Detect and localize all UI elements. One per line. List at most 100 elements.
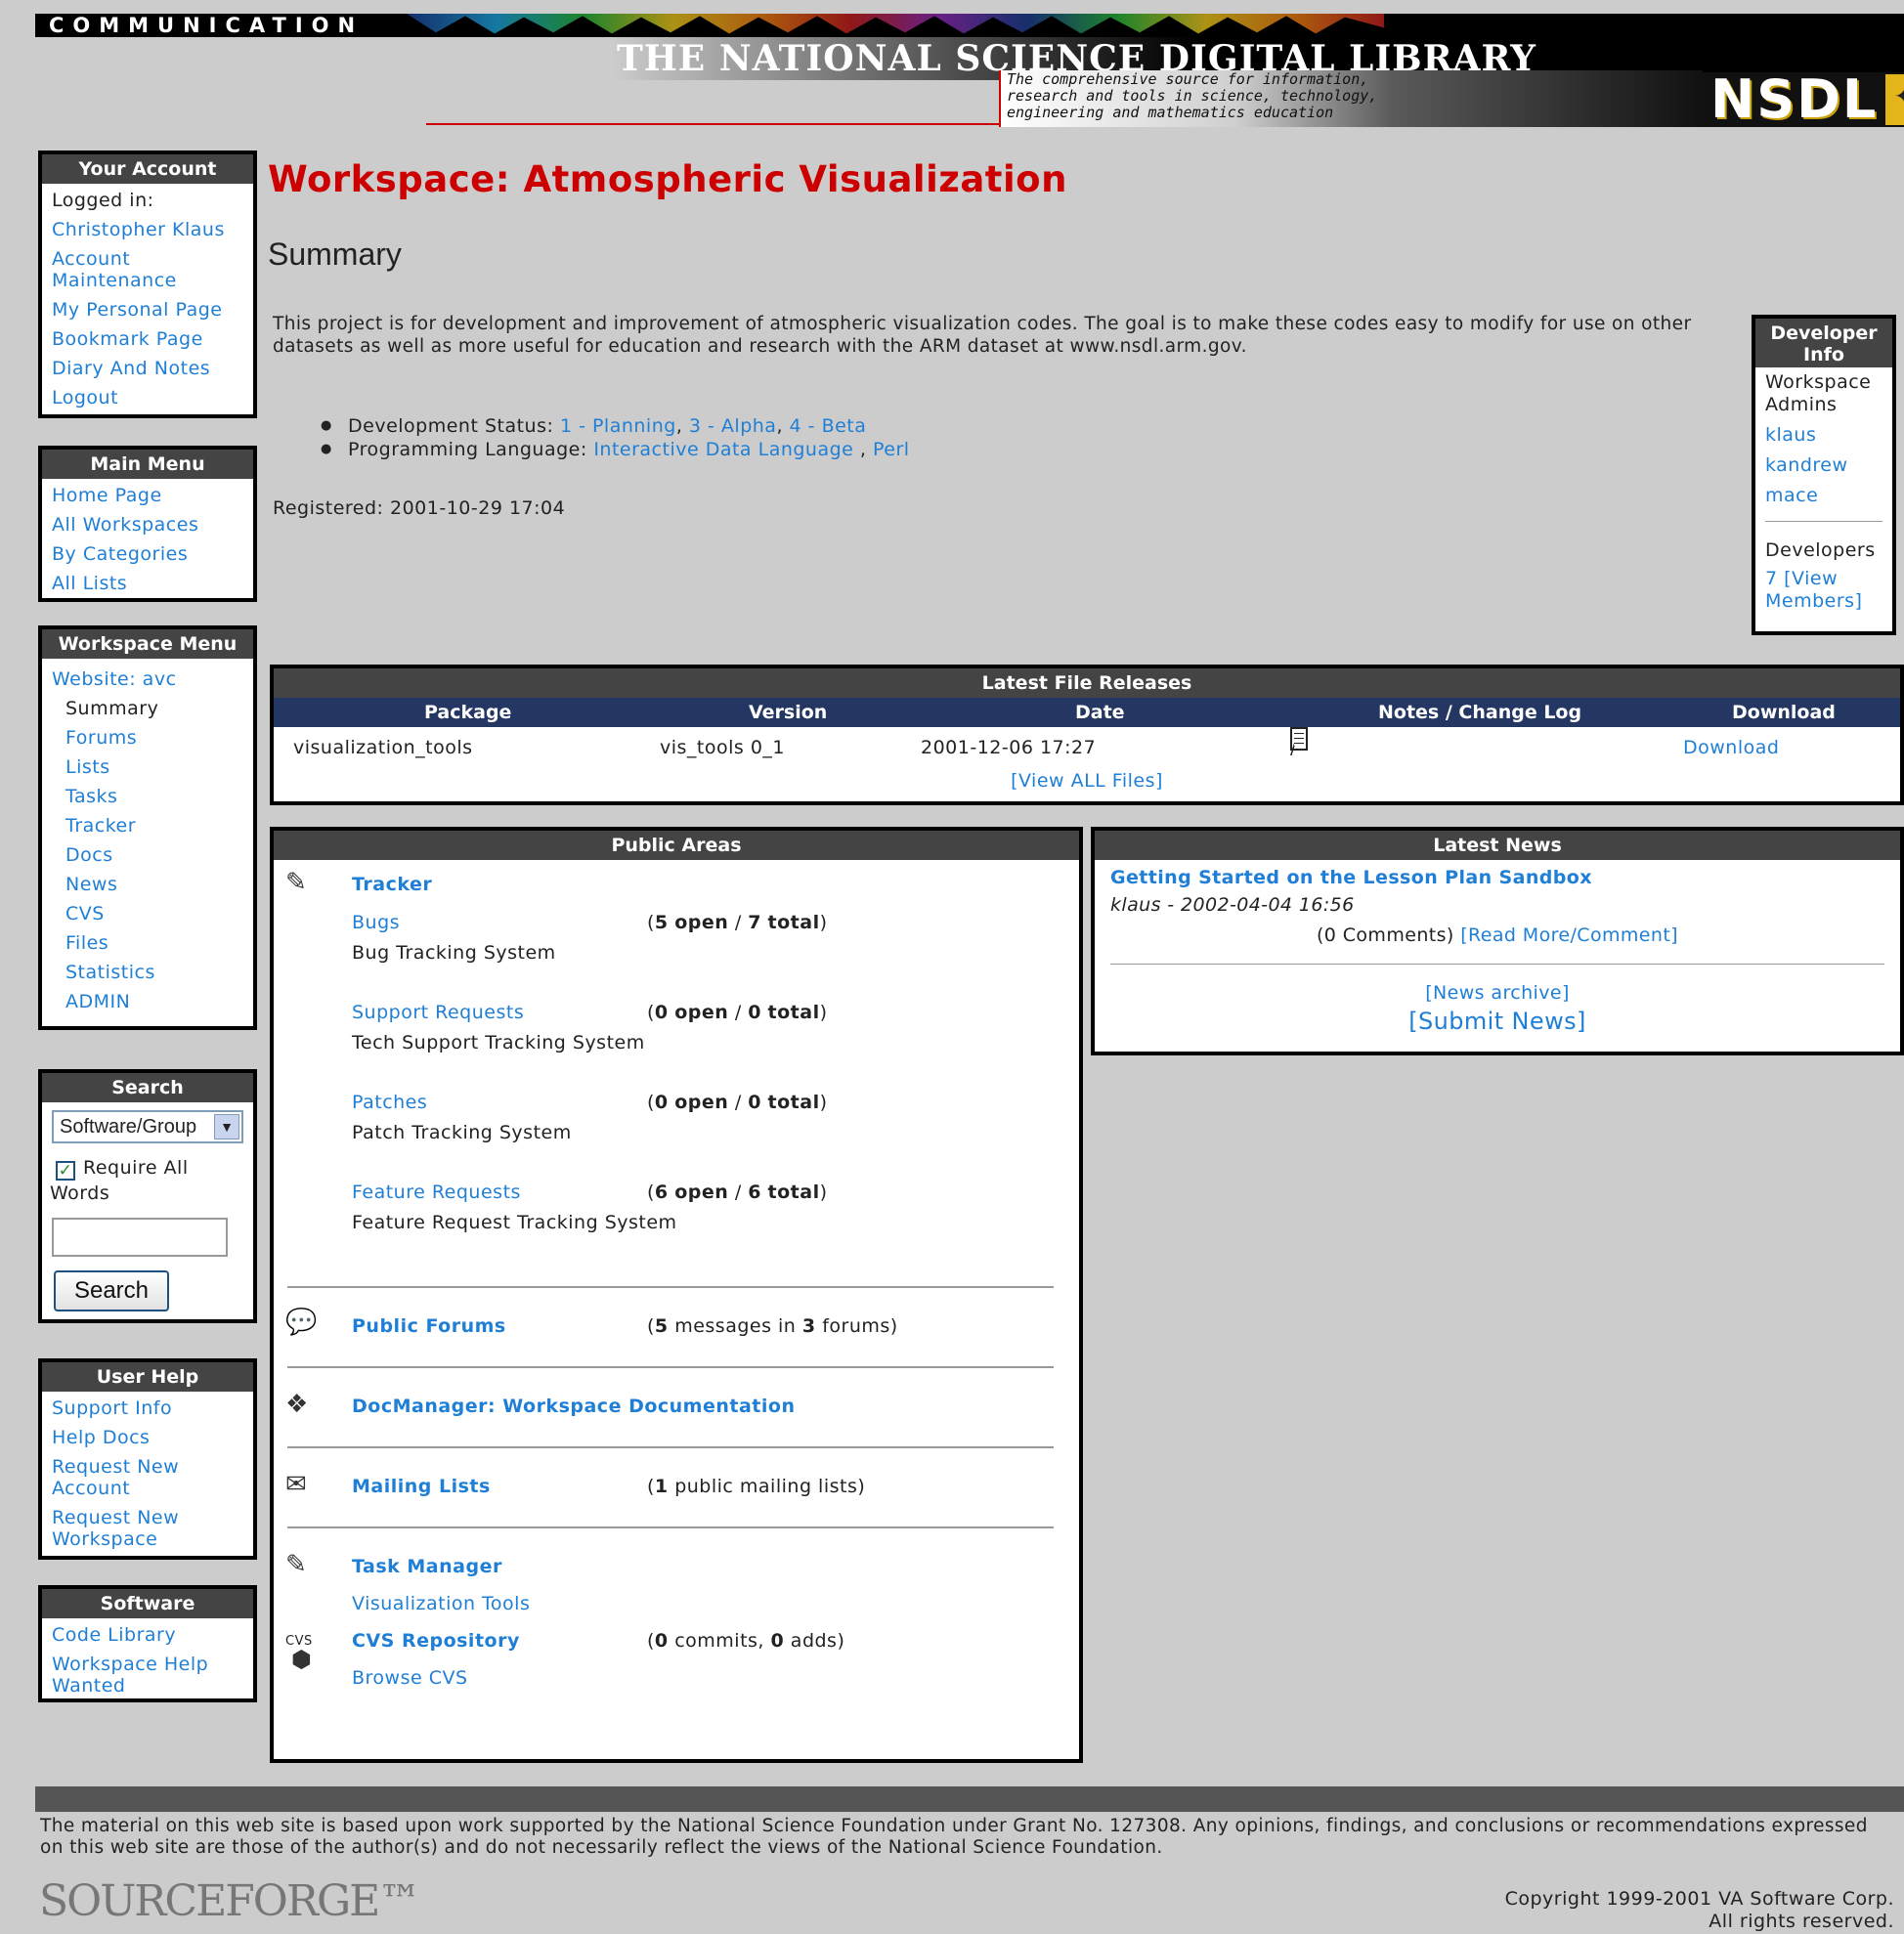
view-all-files-link[interactable]: [View ALL Files]	[1011, 770, 1163, 792]
code-library-link[interactable]: Code Library	[52, 1620, 243, 1650]
workspace-help-wanted-link[interactable]: Workspace Help Wanted	[52, 1650, 243, 1700]
software-box: Software Code Library Workspace Help Wan…	[38, 1585, 257, 1702]
all-workspaces-link[interactable]: All Workspaces	[52, 510, 243, 539]
request-new-workspace-link[interactable]: Request New Workspace	[52, 1503, 243, 1554]
programming-language: Programming Language: Interactive Data L…	[313, 438, 910, 461]
news-archive-link[interactable]: [News archive]	[1425, 982, 1570, 1004]
footer-bar	[35, 1786, 1904, 1812]
programming-language-label: Programming Language:	[348, 439, 594, 460]
task-visualization-tools-link[interactable]: Visualization Tools	[352, 1593, 530, 1614]
workspace-website-link[interactable]: Website: avc	[52, 665, 243, 694]
features-description: Feature Request Tracking System	[352, 1212, 677, 1233]
search-box: Search Software/Group ▼ ✓ Require All Wor…	[38, 1069, 257, 1323]
patches-description: Patch Tracking System	[352, 1122, 572, 1143]
admin-link-klaus[interactable]: klaus	[1765, 424, 1816, 446]
my-personal-page-link[interactable]: My Personal Page	[52, 295, 243, 324]
workspace-menu-title: Workspace Menu	[42, 629, 253, 659]
user-help-title: User Help	[42, 1362, 253, 1392]
mailing-count: (1 public mailing lists)	[647, 1476, 866, 1497]
copyright: Copyright 1999-2001 VA Software Corp. Al…	[1505, 1888, 1894, 1933]
tracker-bugs-link[interactable]: Bugs	[352, 912, 400, 933]
news-comments-count: (0 Comments)	[1316, 924, 1454, 946]
news-byline: klaus - 2002-04-04 16:56	[1110, 894, 1355, 916]
workspace-menu-tasks[interactable]: Tasks	[52, 782, 243, 811]
search-scope-select[interactable]: Software/Group ▼	[52, 1110, 243, 1143]
sourceforge-logo[interactable]: SOURCEFORGE™	[39, 1876, 421, 1926]
forums-count: (5 messages in 3 forums)	[647, 1315, 898, 1337]
cvs-count: (0 commits, 0 adds)	[647, 1630, 845, 1652]
change-log-icon[interactable]	[1290, 727, 1308, 751]
tracker-support-link[interactable]: Support Requests	[352, 1002, 524, 1023]
developers-count: 7	[1765, 568, 1778, 589]
section-heading: Summary	[268, 236, 402, 272]
nsdl-logo-text: NSDL	[1710, 68, 1879, 130]
user-help-box: User Help Support Info Help Docs Request…	[38, 1358, 257, 1560]
cvs-repository-link[interactable]: CVS Repository	[352, 1630, 520, 1652]
bugs-description: Bug Tracking System	[352, 942, 556, 964]
status-beta-link[interactable]: 4 - Beta	[790, 415, 867, 437]
status-alpha-link[interactable]: 3 - Alpha	[689, 415, 777, 437]
workspace-menu-files[interactable]: Files	[52, 928, 243, 958]
workspace-menu-lists[interactable]: Lists	[52, 752, 243, 782]
nsf-disclaimer: The material on this web site is based u…	[40, 1816, 1868, 1858]
nsdl-emblem-icon	[1885, 74, 1904, 125]
rights-line: All rights reserved.	[1709, 1911, 1894, 1932]
release-version: vis_tools 0_1	[660, 737, 786, 758]
workspace-menu-docs[interactable]: Docs	[52, 840, 243, 870]
table-row: visualization_tools vis_tools 0_1 2001-1…	[274, 727, 1900, 768]
documents-icon: ❖	[285, 1390, 309, 1419]
browse-cvs-link[interactable]: Browse CVS	[352, 1667, 468, 1689]
by-categories-link[interactable]: By Categories	[52, 539, 243, 569]
bookmark-page-link[interactable]: Bookmark Page	[52, 324, 243, 354]
page-title: Workspace: Atmospheric Visualization	[268, 158, 1067, 200]
site-tagline: The comprehensive source for information…	[1007, 70, 1378, 121]
workspace-menu-admin[interactable]: ADMIN	[52, 987, 243, 1016]
workspace-menu-news[interactable]: News	[52, 870, 243, 899]
workspace-menu-cvs[interactable]: CVS	[52, 899, 243, 928]
support-count: (0 open / 0 total)	[647, 1002, 828, 1023]
column-header-date: Date	[1075, 702, 1125, 723]
logout-link[interactable]: Logout	[52, 383, 243, 412]
search-input[interactable]	[52, 1218, 228, 1257]
docmanager-link[interactable]: DocManager: Workspace Documentation	[352, 1396, 795, 1417]
your-account-box: Your Account Logged in: Christopher Klau…	[38, 150, 257, 418]
news-headline-link[interactable]: Getting Started on the Lesson Plan Sandb…	[1110, 864, 1884, 891]
software-title: Software	[42, 1589, 253, 1618]
language-idl-link[interactable]: Interactive Data Language	[593, 439, 853, 460]
tracker-features-link[interactable]: Feature Requests	[352, 1182, 521, 1203]
require-all-checkbox[interactable]: ✓	[56, 1161, 75, 1181]
home-page-link[interactable]: Home Page	[52, 481, 243, 510]
workspace-menu-statistics[interactable]: Statistics	[52, 958, 243, 987]
mailing-lists-link[interactable]: Mailing Lists	[352, 1476, 491, 1497]
support-info-link[interactable]: Support Info	[52, 1394, 243, 1423]
help-docs-link[interactable]: Help Docs	[52, 1423, 243, 1452]
account-maintenance-link[interactable]: Account Maintenance	[52, 244, 243, 295]
all-lists-link[interactable]: All Lists	[52, 569, 243, 598]
task-manager-link[interactable]: Task Manager	[352, 1556, 502, 1577]
user-name-link[interactable]: Christopher Klaus	[52, 215, 243, 244]
tracker-patches-link[interactable]: Patches	[352, 1092, 427, 1113]
tracker-link[interactable]: Tracker	[352, 874, 432, 895]
search-title: Search	[42, 1073, 253, 1102]
submit-news-link[interactable]: [Submit News]	[1408, 1008, 1586, 1035]
request-new-account-link[interactable]: Request New Account	[52, 1452, 243, 1503]
workspace-menu-tracker[interactable]: Tracker	[52, 811, 243, 840]
logged-in-label: Logged in:	[52, 190, 154, 211]
read-more-link[interactable]: [Read More/Comment]	[1460, 924, 1678, 946]
chevron-down-icon[interactable]: ▼	[214, 1114, 239, 1139]
admin-link-mace[interactable]: mace	[1765, 485, 1818, 506]
workspace-menu-forums[interactable]: Forums	[52, 723, 243, 752]
view-members-link[interactable]: [View Members]	[1765, 568, 1862, 612]
file-releases-title: Latest File Releases	[274, 668, 1900, 698]
download-link[interactable]: Download	[1683, 727, 1779, 768]
search-button[interactable]: Search	[54, 1270, 169, 1311]
admin-link-kandrew[interactable]: kandrew	[1765, 454, 1848, 476]
nsdl-logo[interactable]: NSDL	[1703, 72, 1904, 127]
patches-count: (0 open / 0 total)	[647, 1092, 828, 1113]
language-perl-link[interactable]: Perl	[873, 439, 910, 460]
column-header-download: Download	[1732, 702, 1836, 723]
speech-bubble-icon: 💬	[285, 1308, 318, 1337]
status-planning-link[interactable]: 1 - Planning	[560, 415, 676, 437]
diary-notes-link[interactable]: Diary And Notes	[52, 354, 243, 383]
public-forums-link[interactable]: Public Forums	[352, 1315, 506, 1337]
